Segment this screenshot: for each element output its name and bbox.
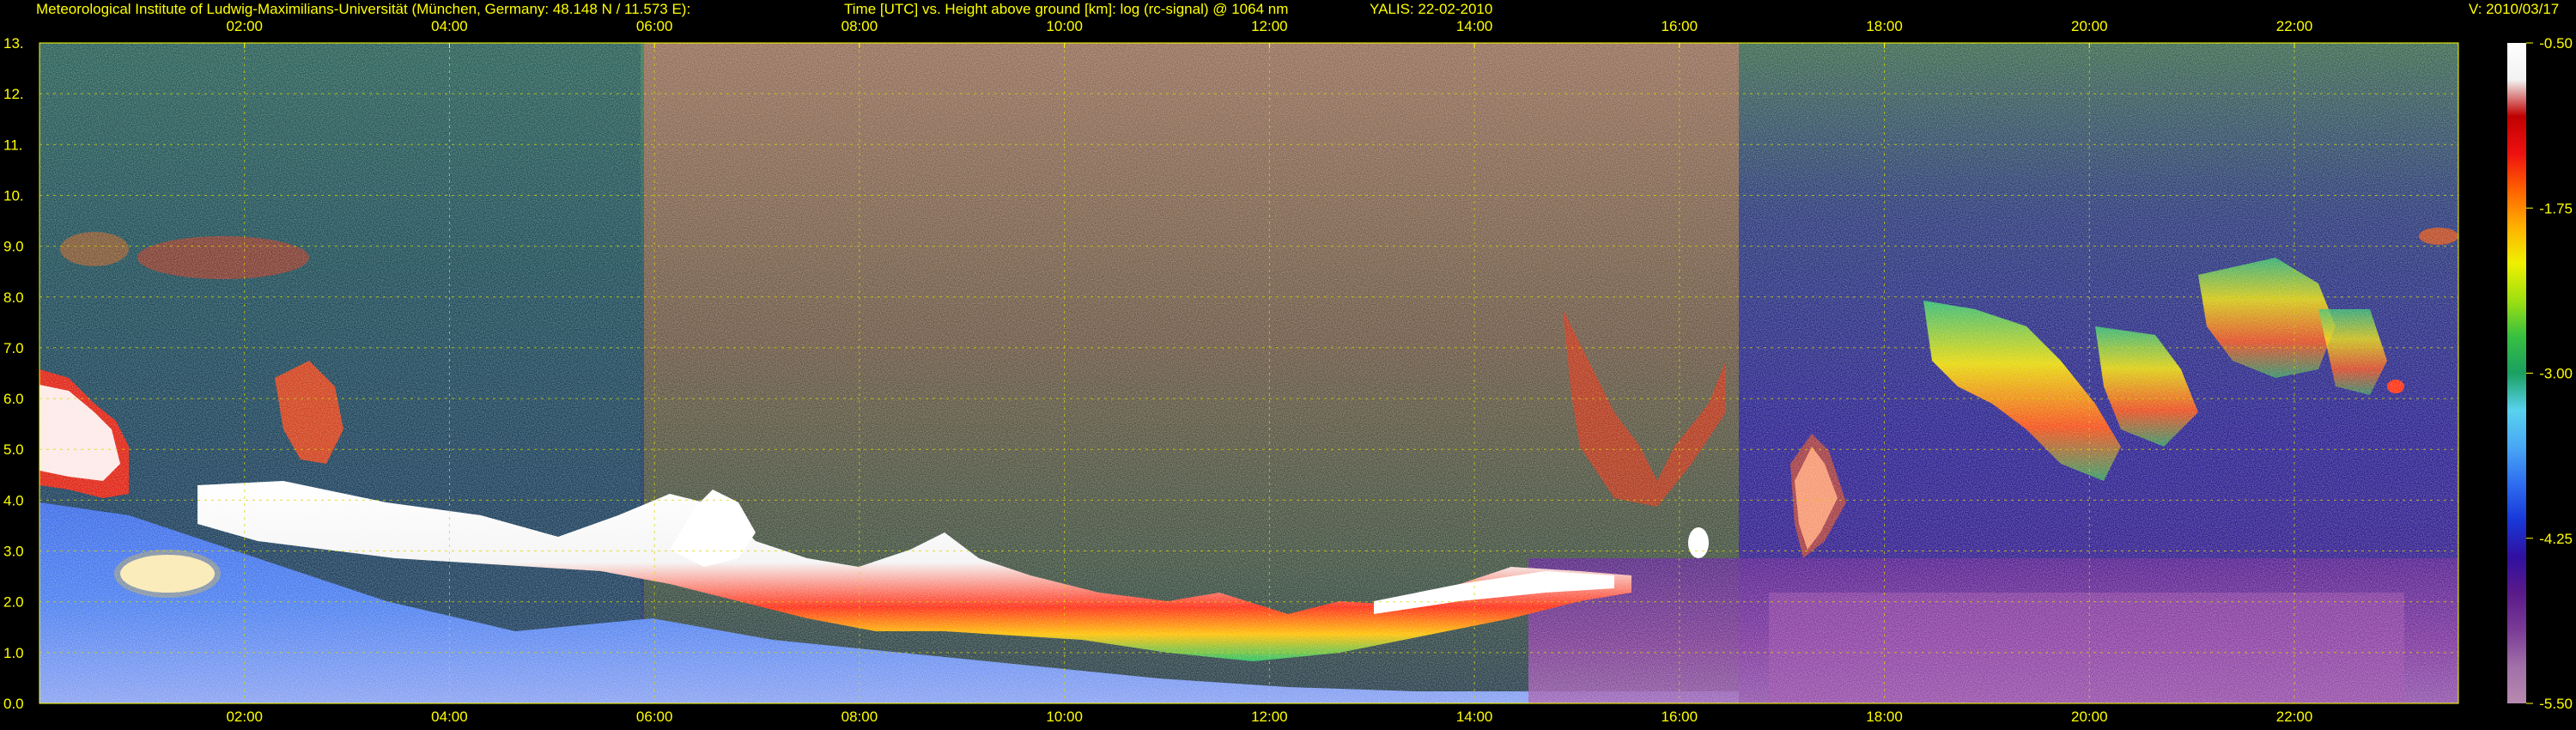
x-tick-label-top: 06:00 — [636, 18, 673, 34]
y-tick-label: 9.0 — [3, 239, 24, 255]
colorbar — [2507, 43, 2526, 703]
x-tick-label-top: 12:00 — [1251, 18, 1288, 34]
colorbar-tick-label: -3.00 — [2539, 366, 2573, 382]
x-tick-label-bottom: 22:00 — [2276, 709, 2313, 725]
x-tick-label-top: 02:00 — [226, 18, 263, 34]
x-tick-label-bottom: 02:00 — [226, 709, 263, 725]
instrument-date: YALIS: 22-02-2010 — [1370, 1, 1493, 17]
y-tick-label: 1.0 — [3, 645, 24, 661]
x-tick-label-top: 20:00 — [2071, 18, 2108, 34]
y-tick-label: 13. — [3, 35, 24, 52]
plot-description: Time [UTC] vs. Height above ground [km]:… — [844, 1, 1289, 17]
y-tick-label: 12. — [3, 86, 24, 102]
colorbar-ticks: -0.50 -1.75 -3.00 -4.25 -5.50 — [2526, 35, 2573, 712]
y-tick-label: 7.0 — [3, 340, 24, 356]
x-tick-label-bottom: 12:00 — [1251, 709, 1288, 725]
x-tick-label-top: 16:00 — [1662, 18, 1698, 34]
colorbar-tick-label: -5.50 — [2539, 696, 2573, 712]
x-tick-label-bottom: 08:00 — [841, 709, 878, 725]
x-tick-label-top: 08:00 — [841, 18, 878, 34]
x-tick-label-top: 10:00 — [1046, 18, 1083, 34]
y-tick-label: 3.0 — [3, 544, 24, 560]
version-label: V: 2010/03/17 — [2469, 1, 2560, 17]
y-tick-label: 11. — [3, 137, 22, 153]
x-tick-label-bottom: 14:00 — [1456, 709, 1493, 725]
x-tick-label-bottom: 04:00 — [431, 709, 468, 725]
y-tick-label: 6.0 — [3, 391, 24, 407]
y-tick-label: 5.0 — [3, 441, 24, 458]
x-tick-label-top: 22:00 — [2276, 18, 2313, 34]
x-tick-label-bottom: 20:00 — [2071, 709, 2108, 725]
y-tick-label: 2.0 — [3, 594, 24, 611]
x-tick-label-top: 04:00 — [431, 18, 468, 34]
y-tick-label: 0.0 — [3, 696, 24, 712]
lidar-chart: 02:00 02:00 04:00 04:00 06:00 06:00 08:00 08:00… — [3, 18, 2573, 725]
x-tick-label-top: 14:00 — [1456, 18, 1493, 34]
institute-header: Meteorological Institute of Ludwig-Maxim… — [36, 1, 691, 17]
x-tick-label-bottom: 16:00 — [1662, 709, 1698, 725]
y-tick-label: 8.0 — [3, 289, 24, 306]
colorbar-tick-label: -0.50 — [2539, 35, 2573, 52]
y-tick-label: 4.0 — [3, 492, 24, 508]
x-tick-label-bottom: 18:00 — [1866, 709, 1903, 725]
backscatter-field — [39, 43, 2458, 703]
colorbar-tick-label: -4.25 — [2539, 531, 2573, 547]
x-tick-label-bottom: 06:00 — [636, 709, 673, 725]
x-tick-label-top: 18:00 — [1866, 18, 1903, 34]
y-tick-label: 10. — [3, 187, 24, 204]
colorbar-tick-label: -1.75 — [2539, 200, 2573, 216]
signal-noise — [39, 43, 2458, 703]
x-tick-label-bottom: 10:00 — [1046, 709, 1083, 725]
